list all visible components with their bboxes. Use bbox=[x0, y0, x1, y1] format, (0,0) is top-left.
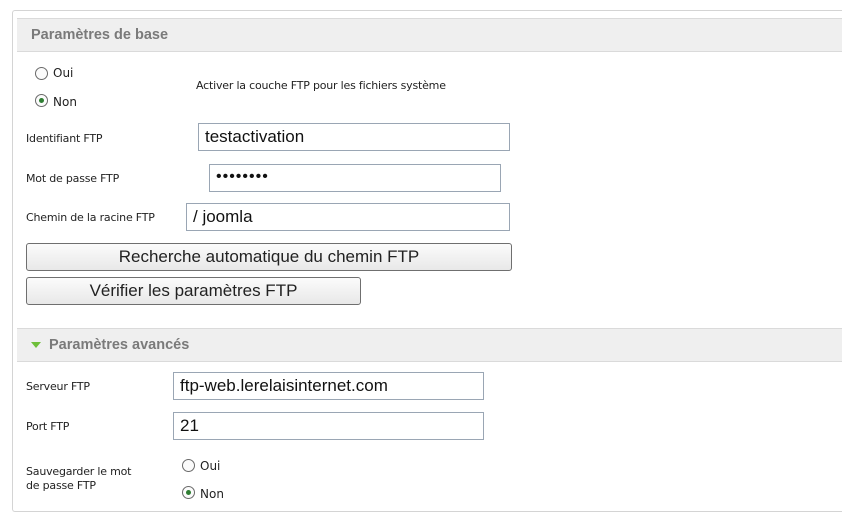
save-pass-no-radio[interactable] bbox=[182, 486, 195, 499]
ftp-user-label: Identifiant FTP bbox=[26, 132, 103, 145]
ftp-host-input[interactable]: ftp-web.lerelaisinternet.com bbox=[173, 372, 484, 400]
ftp-layer-yes-label: Oui bbox=[53, 66, 74, 80]
expand-triangle-icon[interactable] bbox=[31, 342, 41, 348]
ftp-layer-no-label: Non bbox=[53, 95, 77, 109]
ftp-layer-description: Activer la couche FTP pour les fichiers … bbox=[196, 79, 446, 92]
save-pass-no-label: Non bbox=[200, 487, 224, 501]
save-pass-yes-label: Oui bbox=[200, 459, 221, 473]
advanced-settings-header[interactable]: Paramètres avancés bbox=[17, 328, 842, 362]
verify-ftp-settings-button[interactable]: Vérifier les paramètres FTP bbox=[26, 277, 361, 305]
ftp-pass-label: Mot de passe FTP bbox=[26, 172, 120, 185]
basic-settings-title: Paramètres de base bbox=[31, 27, 169, 43]
ftp-layer-no-radio[interactable] bbox=[35, 94, 48, 107]
basic-settings-header: Paramètres de base bbox=[17, 18, 842, 52]
ftp-host-label: Serveur FTP bbox=[26, 380, 90, 393]
ftp-root-input[interactable]: / joomla bbox=[186, 203, 510, 231]
autofind-ftp-path-button[interactable]: Recherche automatique du chemin FTP bbox=[26, 243, 512, 271]
advanced-settings-title: Paramètres avancés bbox=[49, 337, 190, 353]
ftp-port-input[interactable]: 21 bbox=[173, 412, 484, 440]
ftp-root-label: Chemin de la racine FTP bbox=[26, 211, 155, 224]
ftp-port-label: Port FTP bbox=[26, 420, 70, 433]
save-pass-yes-radio[interactable] bbox=[182, 459, 195, 472]
ftp-user-input[interactable]: testactivation bbox=[198, 123, 510, 151]
ftp-layer-yes-radio[interactable] bbox=[35, 67, 48, 80]
save-pass-label-line2: de passe FTP bbox=[26, 479, 96, 492]
save-pass-label-line1: Sauvegarder le mot bbox=[26, 465, 132, 478]
ftp-pass-input[interactable]: •••••••• bbox=[209, 164, 501, 192]
